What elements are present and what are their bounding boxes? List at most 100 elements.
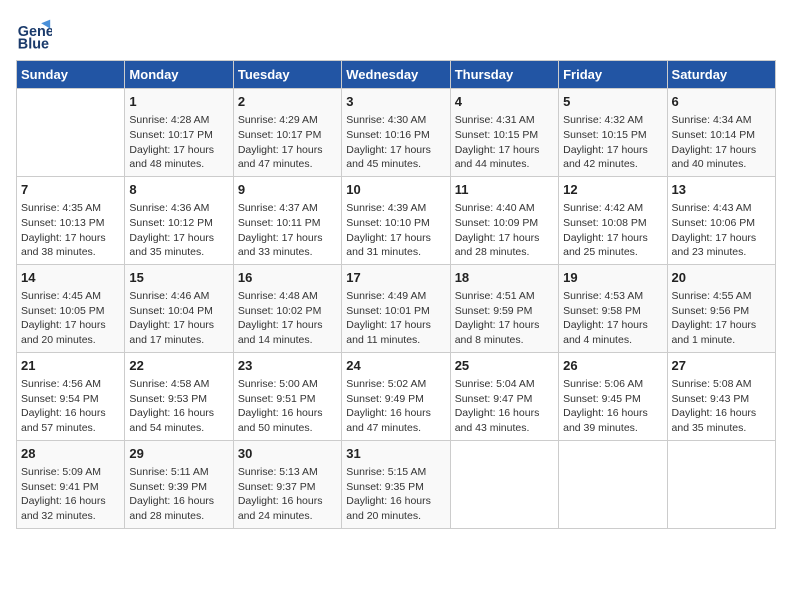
day-info: and 28 minutes. [129,509,228,524]
day-number: 28 [21,445,120,463]
day-info: Daylight: 17 hours [238,318,337,333]
day-number: 22 [129,357,228,375]
day-info: Sunrise: 4:56 AM [21,377,120,392]
day-info: Daylight: 16 hours [21,406,120,421]
day-info: Sunset: 9:51 PM [238,392,337,407]
day-info: Sunrise: 4:37 AM [238,201,337,216]
calendar-cell: 29Sunrise: 5:11 AMSunset: 9:39 PMDayligh… [125,440,233,528]
day-info: Daylight: 17 hours [129,318,228,333]
day-info: Sunset: 10:10 PM [346,216,445,231]
day-number: 18 [455,269,554,287]
svg-text:Blue: Blue [18,36,49,52]
day-info: Sunset: 10:14 PM [672,128,771,143]
day-info: Daylight: 17 hours [455,231,554,246]
day-info: Sunset: 10:05 PM [21,304,120,319]
day-info: Daylight: 16 hours [346,494,445,509]
day-info: and 11 minutes. [346,333,445,348]
calendar-cell: 26Sunrise: 5:06 AMSunset: 9:45 PMDayligh… [559,352,667,440]
day-info: Sunrise: 4:32 AM [563,113,662,128]
day-number: 21 [21,357,120,375]
day-number: 12 [563,181,662,199]
day-info: and 54 minutes. [129,421,228,436]
day-info: Sunrise: 4:55 AM [672,289,771,304]
page-header: General Blue [16,16,776,52]
day-info: Sunrise: 4:45 AM [21,289,120,304]
day-info: Daylight: 17 hours [455,318,554,333]
day-info: Daylight: 17 hours [129,231,228,246]
day-info: and 47 minutes. [346,421,445,436]
day-info: and 44 minutes. [455,157,554,172]
day-info: Sunset: 9:53 PM [129,392,228,407]
calendar-cell: 30Sunrise: 5:13 AMSunset: 9:37 PMDayligh… [233,440,341,528]
day-number: 4 [455,93,554,111]
day-header-tuesday: Tuesday [233,61,341,89]
day-info: and 47 minutes. [238,157,337,172]
day-info: Daylight: 17 hours [672,318,771,333]
day-info: Sunrise: 5:13 AM [238,465,337,480]
day-number: 8 [129,181,228,199]
day-header-saturday: Saturday [667,61,775,89]
day-info: Daylight: 17 hours [346,318,445,333]
day-info: Sunset: 10:17 PM [238,128,337,143]
day-info: and 14 minutes. [238,333,337,348]
day-info: Daylight: 16 hours [129,406,228,421]
day-info: Daylight: 17 hours [563,318,662,333]
calendar-cell: 6Sunrise: 4:34 AMSunset: 10:14 PMDayligh… [667,89,775,177]
day-info: Sunset: 9:45 PM [563,392,662,407]
day-number: 31 [346,445,445,463]
day-info: and 43 minutes. [455,421,554,436]
day-info: Daylight: 16 hours [672,406,771,421]
day-info: Sunset: 10:16 PM [346,128,445,143]
calendar-cell: 28Sunrise: 5:09 AMSunset: 9:41 PMDayligh… [17,440,125,528]
calendar-cell: 23Sunrise: 5:00 AMSunset: 9:51 PMDayligh… [233,352,341,440]
calendar-cell: 4Sunrise: 4:31 AMSunset: 10:15 PMDayligh… [450,89,558,177]
calendar-cell: 5Sunrise: 4:32 AMSunset: 10:15 PMDayligh… [559,89,667,177]
day-info: Sunrise: 4:30 AM [346,113,445,128]
day-info: Sunrise: 4:51 AM [455,289,554,304]
day-info: and 38 minutes. [21,245,120,260]
calendar-cell: 13Sunrise: 4:43 AMSunset: 10:06 PMDaylig… [667,176,775,264]
day-info: Daylight: 17 hours [21,318,120,333]
day-info: and 32 minutes. [21,509,120,524]
day-info: and 35 minutes. [672,421,771,436]
day-info: Sunrise: 5:04 AM [455,377,554,392]
day-info: Sunrise: 4:31 AM [455,113,554,128]
day-info: Sunrise: 4:34 AM [672,113,771,128]
day-info: Sunrise: 4:29 AM [238,113,337,128]
day-info: Sunrise: 4:58 AM [129,377,228,392]
day-number: 29 [129,445,228,463]
day-info: Sunset: 10:17 PM [129,128,228,143]
day-header-wednesday: Wednesday [342,61,450,89]
day-info: Sunrise: 4:28 AM [129,113,228,128]
day-info: Sunset: 10:01 PM [346,304,445,319]
logo: General Blue [16,16,56,52]
day-info: and 20 minutes. [21,333,120,348]
day-info: Sunrise: 4:49 AM [346,289,445,304]
calendar-cell: 12Sunrise: 4:42 AMSunset: 10:08 PMDaylig… [559,176,667,264]
day-header-monday: Monday [125,61,233,89]
day-info: Sunset: 9:59 PM [455,304,554,319]
day-info: and 28 minutes. [455,245,554,260]
day-info: and 40 minutes. [672,157,771,172]
calendar-cell [450,440,558,528]
day-info: Daylight: 17 hours [672,143,771,158]
day-info: and 24 minutes. [238,509,337,524]
day-number: 9 [238,181,337,199]
calendar-table: SundayMondayTuesdayWednesdayThursdayFrid… [16,60,776,529]
day-info: Sunset: 10:13 PM [21,216,120,231]
calendar-cell [667,440,775,528]
day-number: 27 [672,357,771,375]
calendar-cell: 18 Sunrise: 4:51 AMSunset: 9:59 PMDayligh… [450,264,558,352]
day-info: Sunrise: 5:08 AM [672,377,771,392]
day-info: Sunset: 10:12 PM [129,216,228,231]
day-info: Sunrise: 5:06 AM [563,377,662,392]
calendar-cell: 14Sunrise: 4:45 AMSunset: 10:05 PMDaylig… [17,264,125,352]
day-info: Daylight: 16 hours [238,406,337,421]
day-number: 19 [563,269,662,287]
day-info: Daylight: 16 hours [563,406,662,421]
day-info: Sunrise: 5:02 AM [346,377,445,392]
day-info: Sunset: 10:11 PM [238,216,337,231]
day-info: Daylight: 17 hours [238,143,337,158]
day-info: Sunrise: 4:53 AM [563,289,662,304]
calendar-cell: 27Sunrise: 5:08 AMSunset: 9:43 PMDayligh… [667,352,775,440]
